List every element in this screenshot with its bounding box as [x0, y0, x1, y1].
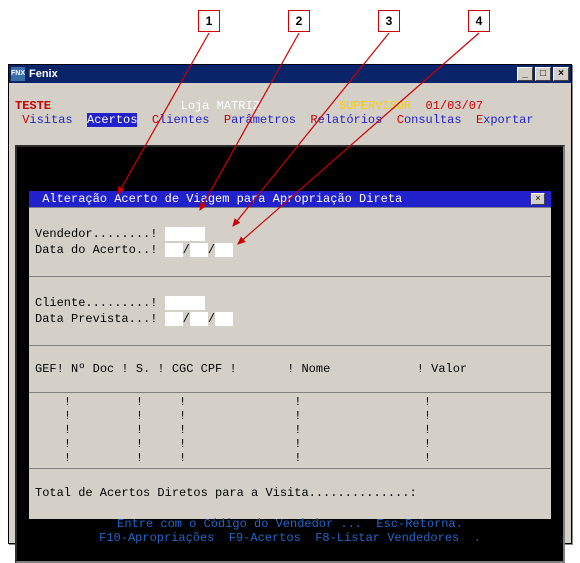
- col-s: S. !: [129, 362, 165, 376]
- menubar: TESTE Loja MATRIZ SUPERVISOR 01/03/07 Vi…: [9, 83, 571, 145]
- cliente-input[interactable]: [165, 296, 205, 310]
- callout-1: 1: [198, 10, 220, 32]
- cliente-label: Cliente.........!: [35, 296, 157, 310]
- grid-header: GEF! Nº Doc ! S. ! CGC CPF ! ! Nome ! Va…: [29, 346, 551, 393]
- col-nome: Nome: [294, 362, 330, 376]
- data-prevista-m[interactable]: [190, 312, 208, 326]
- footer-line1: Entre com o Código do Vendedor ... Esc-R…: [117, 517, 463, 531]
- data-acerto-m[interactable]: [190, 243, 208, 257]
- vendor-block: Vendedor........! Data do Acerto..! //: [29, 208, 551, 277]
- user-label: SUPERVISOR: [339, 99, 411, 113]
- menu-exportar[interactable]: Exportar: [476, 113, 534, 127]
- data-acerto-label: Data do Acerto..!: [35, 243, 157, 257]
- col-gef: GEF!: [35, 362, 64, 376]
- table-row: ! ! ! ! !: [35, 423, 545, 437]
- status-footer: Entre com o Código do Vendedor ... Esc-R…: [17, 503, 563, 559]
- maximize-button[interactable]: □: [535, 67, 551, 81]
- app-window: FNX Fenix _ □ × TESTE Loja MATRIZ SUPERV…: [8, 64, 572, 544]
- callout-3: 3: [378, 10, 400, 32]
- client-area: Alteração Acerto de Viagem para Apropria…: [15, 145, 565, 563]
- store-label: Loja MATRIZ: [181, 99, 260, 113]
- data-prevista-y[interactable]: [215, 312, 233, 326]
- client-block: Cliente.........! Data Prevista...! //: [29, 277, 551, 346]
- data-acerto-d[interactable]: [165, 243, 183, 257]
- data-prevista-d[interactable]: [165, 312, 183, 326]
- callout-2: 2: [288, 10, 310, 32]
- dialog-titlebar: Alteração Acerto de Viagem para Apropria…: [29, 191, 551, 207]
- menu-parametros[interactable]: Parâmetros: [224, 113, 296, 127]
- table-row: ! ! ! ! !: [35, 395, 545, 409]
- footer-line2: F10-Apropriações F9-Acertos F8-Listar Ve…: [99, 531, 481, 545]
- window-title: Fenix: [29, 68, 58, 80]
- table-row: ! ! ! ! !: [35, 437, 545, 451]
- menu-consultas[interactable]: Consultas: [397, 113, 462, 127]
- col-valor: Valor: [424, 362, 467, 376]
- close-button[interactable]: ×: [553, 67, 569, 81]
- total-label: Total de Acertos Diretos para a Visita..…: [35, 486, 417, 500]
- vendedor-label: Vendedor........!: [35, 227, 157, 241]
- dialog-close-button[interactable]: ×: [531, 193, 545, 205]
- dialog: Alteração Acerto de Viagem para Apropria…: [29, 191, 551, 519]
- col-cgccpf: CGC CPF !: [165, 362, 237, 376]
- col-ndoc: Nº Doc !: [64, 362, 129, 376]
- minimize-button[interactable]: _: [517, 67, 533, 81]
- menu-acertos[interactable]: Acertos: [87, 113, 137, 127]
- window-titlebar: FNX Fenix _ □ ×: [9, 65, 571, 83]
- table-row: ! ! ! ! !: [35, 409, 545, 423]
- table-row: ! ! ! ! !: [35, 451, 545, 465]
- data-prevista-label: Data Prevista...!: [35, 312, 157, 326]
- brand-label: TESTE: [15, 99, 51, 113]
- callout-4: 4: [468, 10, 490, 32]
- app-icon: FNX: [11, 67, 25, 81]
- menu-visitas[interactable]: Visitas: [22, 113, 72, 127]
- vendedor-input[interactable]: [165, 227, 205, 241]
- menu-clientes[interactable]: Clientes: [152, 113, 210, 127]
- date-label: 01/03/07: [426, 99, 484, 113]
- data-acerto-y[interactable]: [215, 243, 233, 257]
- menu-relatorios[interactable]: Relatórios: [310, 113, 382, 127]
- grid-body: ! ! ! ! ! ! ! ! ! ! ! ! ! ! ! ! ! !: [29, 393, 551, 469]
- dialog-title-text: Alteração Acerto de Viagem para Apropria…: [35, 192, 531, 206]
